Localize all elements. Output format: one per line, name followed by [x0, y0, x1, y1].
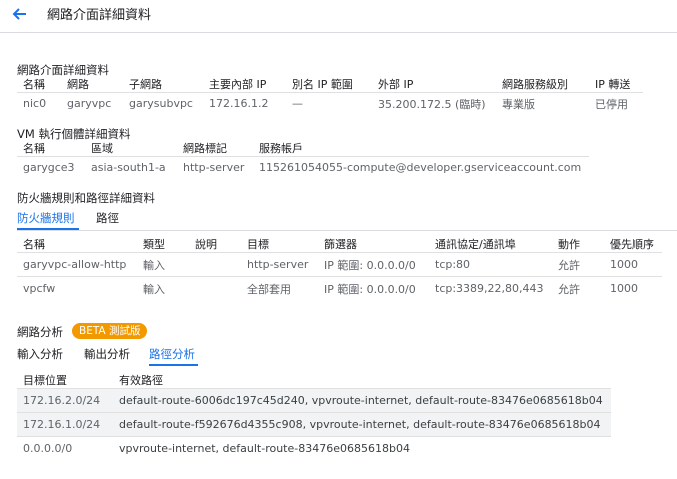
nic-cell: nic0: [17, 92, 61, 115]
vm-cell: http-server: [177, 156, 253, 179]
vm-col-tags: 網路標記: [183, 142, 227, 155]
route-cell: 172.16.1.0/24: [17, 412, 113, 437]
tab-egress-analysis[interactable]: 輸出分析: [84, 346, 130, 362]
route-cell: 0.0.0.0/0: [17, 436, 113, 461]
nic-col-network: 網路: [67, 78, 89, 91]
fw-cell: 1000: [604, 276, 662, 301]
fw-cell: tcp:3389,22,80,443: [429, 276, 552, 301]
tab-routes[interactable]: 路徑: [96, 210, 119, 226]
nic-cell: 172.16.1.2: [203, 92, 286, 115]
nic-cell: 專業版: [496, 92, 589, 115]
nic-cell: 已停用: [589, 92, 643, 115]
nic-col-ip-forward: IP 轉送: [595, 78, 631, 91]
nic-col-internal-ip: 主要內部 IP: [209, 78, 267, 91]
fw-col-filter: 篩選器: [324, 238, 357, 251]
fw-cell: IP 範圍: 0.0.0.0/0: [318, 276, 429, 301]
analysis-tab-indicator: [149, 364, 198, 366]
fw-cell: [189, 276, 241, 301]
fw-col-priority: 優先順序: [610, 238, 654, 251]
nic-cell: garysubvpc: [123, 92, 203, 115]
fw-col-protocol: 通訊協定/通訊埠: [435, 238, 516, 251]
fw-col-type: 類型: [143, 238, 165, 251]
route-cell: default-route-f592676d4355c908, vpvroute…: [113, 412, 611, 437]
route-col-destination: 目標位置: [23, 374, 67, 387]
table-row: vpcfw 輸入 全部套用 IP 範圍: 0.0.0.0/0 tcp:3389,…: [17, 276, 662, 301]
fw-cell: 輸入: [137, 276, 189, 301]
page-header: 網路介面詳細資料: [0, 0, 677, 33]
nic-col-subnet: 子網路: [129, 78, 162, 91]
route-col-effective-route: 有效路徑: [119, 374, 163, 387]
nic-col-alias-ip: 別名 IP 範圍: [292, 78, 353, 91]
page-title: 網路介面詳細資料: [47, 8, 152, 23]
vm-cell: 115261054055-compute@developer.gservicea…: [253, 156, 590, 179]
fw-cell: garyvpc-allow-http: [17, 252, 137, 277]
back-button[interactable]: [10, 5, 30, 23]
nic-cell: —: [286, 92, 372, 115]
fw-col-name: 名稱: [23, 238, 45, 251]
fw-col-target: 目標: [247, 238, 269, 251]
route-cell: 172.16.2.0/24: [17, 388, 113, 413]
fw-cell: 1000: [604, 252, 662, 277]
tab-firewall-rules[interactable]: 防火牆規則: [17, 210, 75, 226]
route-cell: default-route-6006dc197c45d240, vpvroute…: [113, 388, 611, 413]
fw-col-desc: 說明: [195, 238, 217, 251]
fw-cell: 全部套用: [241, 276, 318, 301]
firewall-table: 名稱 類型 說明 目標 篩選器 通訊協定/通訊埠 動作 優先順序 garyvpc…: [17, 236, 662, 301]
table-row: garygce3 asia-south1-a http-server 11526…: [17, 156, 590, 179]
vm-cell: asia-south1-a: [85, 156, 177, 179]
fw-cell: vpcfw: [17, 276, 137, 301]
fw-cell: http-server: [241, 252, 318, 277]
firewall-tab-divider: [17, 230, 677, 231]
nic-table: 名稱 網路 子網路 主要內部 IP 別名 IP 範圍 外部 IP 網路服務級別 …: [17, 76, 643, 115]
arrow-back-icon: [12, 8, 26, 20]
fw-cell: 輸入: [137, 252, 189, 277]
analysis-section-title: 網路分析: [17, 325, 63, 339]
nic-col-external-ip: 外部 IP: [378, 78, 414, 91]
nic-col-name: 名稱: [23, 78, 45, 91]
fw-cell: [189, 252, 241, 277]
table-row: nic0 garyvpc garysubvpc 172.16.1.2 — 35.…: [17, 92, 643, 115]
vm-col-name: 名稱: [23, 142, 45, 155]
nic-cell: 35.200.172.5 (臨時): [372, 92, 496, 115]
vm-col-service-account: 服務帳戶: [259, 142, 303, 155]
vm-col-zone: 區域: [91, 142, 113, 155]
fw-cell: tcp:80: [429, 252, 552, 277]
table-row: 172.16.1.0/24 default-route-f592676d4355…: [17, 412, 611, 437]
fw-cell: IP 範圍: 0.0.0.0/0: [318, 252, 429, 277]
beta-badge: BETA 測試版: [72, 323, 148, 339]
vm-cell: garygce3: [17, 156, 85, 179]
tab-ingress-analysis[interactable]: 輸入分析: [17, 346, 63, 362]
nic-col-tier: 網路服務級別: [502, 78, 568, 91]
table-row: garyvpc-allow-http 輸入 http-server IP 範圍:…: [17, 252, 662, 277]
table-row: 172.16.2.0/24 default-route-6006dc197c45…: [17, 388, 611, 413]
nic-cell: garyvpc: [61, 92, 123, 115]
firewall-section-title: 防火牆規則和路徑詳細資料: [17, 191, 155, 205]
table-row: 0.0.0.0/0 vpvroute-internet, default-rou…: [17, 436, 611, 461]
fw-cell: 允許: [552, 252, 604, 277]
fw-cell: 允許: [552, 276, 604, 301]
tab-route-analysis[interactable]: 路徑分析: [149, 346, 195, 362]
route-table: 目標位置 有效路徑 172.16.2.0/24 default-route-60…: [17, 372, 611, 461]
vm-table: 名稱 區域 網路標記 服務帳戶 garygce3 asia-south1-a h…: [17, 140, 590, 179]
route-cell: vpvroute-internet, default-route-83476e0…: [113, 436, 611, 461]
fw-col-action: 動作: [558, 238, 580, 251]
